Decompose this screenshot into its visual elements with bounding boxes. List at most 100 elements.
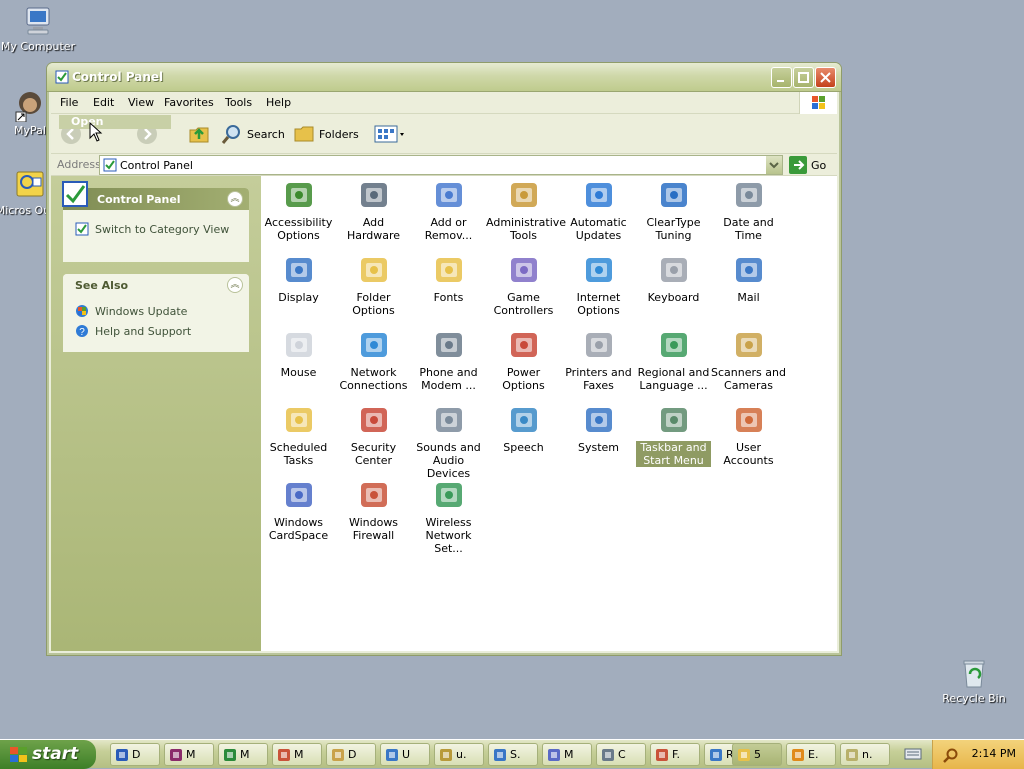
taskbar-button[interactable]: 5 bbox=[732, 743, 782, 766]
start-button[interactable]: start bbox=[0, 740, 96, 769]
taskbar-button[interactable]: u. bbox=[434, 743, 484, 766]
taskbar-button[interactable]: D bbox=[326, 743, 376, 766]
folders-button[interactable]: Folders bbox=[293, 121, 359, 147]
taskbar-button[interactable]: M bbox=[542, 743, 592, 766]
mail-icon bbox=[732, 253, 766, 287]
menu-edit[interactable]: Edit bbox=[93, 96, 114, 109]
desktop-icon-label: Recycle Bin bbox=[942, 692, 1006, 705]
control-panel-item[interactable]: Date and Time bbox=[711, 178, 786, 242]
mouse-cursor-icon bbox=[89, 122, 103, 142]
hardware-icon bbox=[357, 178, 391, 212]
taskbar-button[interactable]: S. bbox=[488, 743, 538, 766]
scanner-icon bbox=[732, 328, 766, 362]
keyboard-tray-icon[interactable] bbox=[904, 747, 922, 761]
clock[interactable]: 2:14 PM bbox=[972, 747, 1016, 760]
control-panel-item[interactable]: User Accounts bbox=[711, 403, 786, 467]
see-also-section-header[interactable]: See Also ︽ bbox=[63, 274, 249, 296]
control-panel-item-label: Printers and Faxes bbox=[565, 366, 632, 392]
control-panel-item[interactable]: System bbox=[561, 403, 636, 454]
folder-up-icon bbox=[189, 127, 209, 143]
windows-update-link[interactable]: Windows Update bbox=[75, 304, 187, 318]
control-panel-item[interactable]: Regional and Language ... bbox=[636, 328, 711, 392]
open-tooltip: Open bbox=[59, 115, 171, 129]
task-label: u. bbox=[456, 748, 467, 761]
windows-logo-icon bbox=[799, 92, 837, 114]
control-panel-item[interactable]: Display bbox=[261, 253, 336, 304]
toolbar: Open Search Folders bbox=[51, 114, 837, 154]
control-panel-item[interactable]: Sounds and Audio Devices bbox=[411, 403, 486, 480]
control-panel-item-label: Windows CardSpace bbox=[268, 516, 329, 542]
taskbar-button[interactable]: M bbox=[272, 743, 322, 766]
control-panel-item-label: Automatic Updates bbox=[570, 216, 627, 242]
task-label: M bbox=[186, 748, 196, 761]
control-panel-item[interactable]: Game Controllers bbox=[486, 253, 561, 317]
task-app-icon bbox=[846, 748, 858, 761]
address-dropdown-button[interactable] bbox=[766, 156, 782, 174]
search-button[interactable]: Search bbox=[221, 121, 285, 147]
control-panel-item[interactable]: Windows Firewall bbox=[336, 478, 411, 542]
menu-view[interactable]: View bbox=[128, 96, 154, 109]
control-panel-item[interactable]: Security Center bbox=[336, 403, 411, 467]
windows-flag-icon bbox=[10, 747, 27, 762]
control-panel-item[interactable]: Fonts bbox=[411, 253, 486, 304]
go-button[interactable]: Go bbox=[789, 156, 826, 174]
control-panel-item[interactable]: Printers and Faxes bbox=[561, 328, 636, 392]
desktop-icon-recycle-bin[interactable]: Recycle Bin bbox=[934, 656, 1014, 705]
control-panel-item[interactable]: Automatic Updates bbox=[561, 178, 636, 242]
minimize-button[interactable] bbox=[771, 67, 792, 88]
taskbar-button[interactable]: U bbox=[380, 743, 430, 766]
control-panel-item[interactable]: Mail bbox=[711, 253, 786, 304]
menu-help[interactable]: Help bbox=[266, 96, 291, 109]
control-panel-item[interactable]: ClearType Tuning bbox=[636, 178, 711, 242]
collapse-icon[interactable]: ︽ bbox=[227, 277, 243, 293]
start-label: start bbox=[32, 744, 79, 764]
title-bar[interactable]: Control Panel bbox=[47, 63, 841, 92]
chevron-down-icon bbox=[769, 162, 779, 169]
control-panel-item[interactable]: Administrative Tools bbox=[486, 178, 566, 242]
address-input[interactable]: Control Panel bbox=[99, 155, 783, 175]
maximize-button[interactable] bbox=[793, 67, 814, 88]
control-panel-item[interactable]: Windows CardSpace bbox=[261, 478, 336, 542]
globe-icon bbox=[657, 328, 691, 362]
control-panel-item-label: Sounds and Audio Devices bbox=[416, 441, 481, 480]
taskbar-button[interactable]: M bbox=[164, 743, 214, 766]
taskbar-button[interactable]: E. bbox=[786, 743, 836, 766]
views-button[interactable] bbox=[373, 121, 407, 147]
taskbar-button[interactable]: F. bbox=[650, 743, 700, 766]
taskbar-button[interactable]: n. bbox=[840, 743, 890, 766]
close-button[interactable] bbox=[815, 67, 836, 88]
control-panel-item[interactable]: Mouse bbox=[261, 328, 336, 379]
control-panel-item[interactable]: Internet Options bbox=[561, 253, 636, 317]
control-panel-item[interactable]: Phone and Modem ... bbox=[411, 328, 486, 392]
control-panel-item[interactable]: Scanners and Cameras bbox=[711, 328, 786, 392]
menu-file[interactable]: File bbox=[60, 96, 78, 109]
taskbar-button[interactable]: C bbox=[596, 743, 646, 766]
up-button[interactable] bbox=[187, 121, 211, 147]
help-support-link[interactable]: ? Help and Support bbox=[75, 324, 191, 338]
search-tray-icon[interactable] bbox=[943, 747, 959, 763]
control-panel-item[interactable]: Add Hardware bbox=[336, 178, 411, 242]
taskbar-button[interactable]: M bbox=[218, 743, 268, 766]
switch-category-view-link[interactable]: Switch to Category View bbox=[75, 222, 229, 236]
control-panel-item[interactable]: Speech bbox=[486, 403, 561, 454]
control-panel-item[interactable]: Taskbar and Start Menu bbox=[636, 403, 711, 467]
control-panel-item[interactable]: Network Connections bbox=[336, 328, 411, 392]
control-panel-item[interactable]: Power Options bbox=[486, 328, 561, 392]
folders-icon bbox=[294, 126, 314, 142]
menu-favorites[interactable]: Favorites bbox=[164, 96, 214, 109]
desktop-icon-my-computer[interactable]: My Computer bbox=[0, 4, 78, 53]
control-panel-item[interactable]: Wireless Network Set... bbox=[411, 478, 486, 555]
control-panel-item[interactable]: Scheduled Tasks bbox=[261, 403, 336, 467]
collapse-icon[interactable]: ︽ bbox=[227, 191, 243, 207]
control-panel-item[interactable]: Add or Remov... bbox=[411, 178, 486, 242]
task-label: n. bbox=[862, 748, 873, 761]
control-panel-section-header[interactable]: Control Panel ︽ bbox=[62, 181, 249, 210]
system-tray: 2:14 PM bbox=[932, 740, 1024, 769]
menu-tools[interactable]: Tools bbox=[225, 96, 252, 109]
control-panel-item-label: Regional and Language ... bbox=[637, 366, 710, 392]
control-panel-item[interactable]: Accessibility Options bbox=[261, 178, 336, 242]
control-panel-item[interactable]: Keyboard bbox=[636, 253, 711, 304]
control-panel-item-label: Add Hardware bbox=[346, 216, 401, 242]
control-panel-item[interactable]: Folder Options bbox=[336, 253, 411, 317]
taskbar-button[interactable]: D bbox=[110, 743, 160, 766]
